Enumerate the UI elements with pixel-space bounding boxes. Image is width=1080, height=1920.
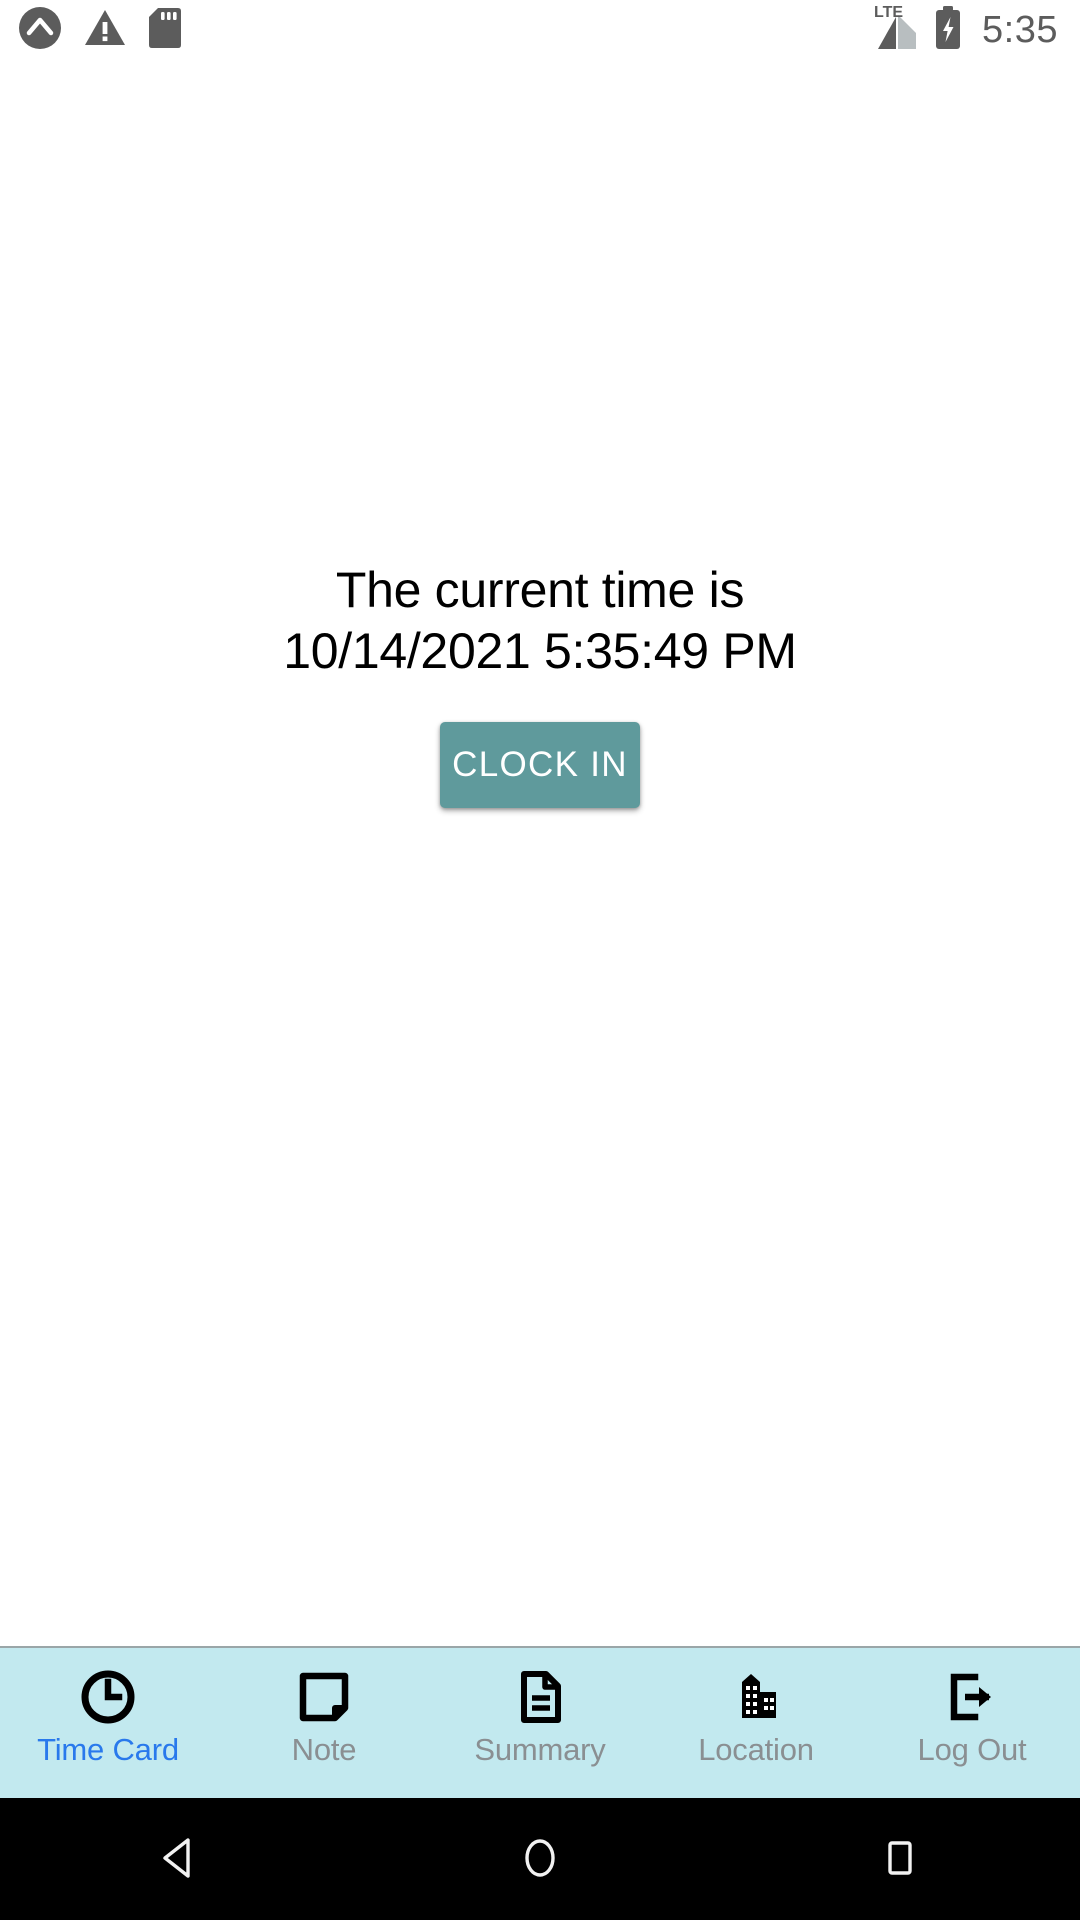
home-button[interactable]: [360, 1835, 720, 1884]
home-circle-icon: [517, 1835, 563, 1884]
clock-in-button[interactable]: CLOCK IN: [440, 722, 640, 808]
current-time-value: 10/14/2021 5:35:49 PM: [283, 623, 797, 679]
tab-summary[interactable]: Summary: [432, 1648, 648, 1798]
status-bar-left-icons: [18, 6, 182, 55]
tab-log-out[interactable]: Log Out: [864, 1648, 1080, 1798]
network-type-label: LTE: [874, 4, 904, 21]
clock-icon: [79, 1666, 137, 1728]
time-card-panel: The current time is 10/14/2021 5:35:49 P…: [0, 560, 1080, 808]
note-page-icon: [295, 1666, 353, 1728]
bottom-tab-bar: Time Card Note Summary Location Log Out: [0, 1646, 1080, 1798]
tab-summary-label: Summary: [474, 1732, 606, 1767]
main-content: The current time is 10/14/2021 5:35:49 P…: [0, 60, 1080, 1646]
status-bar-right-icons: LTE 5:35: [874, 5, 1058, 55]
android-navigation-bar: [0, 1798, 1080, 1920]
building-icon: [727, 1666, 785, 1728]
sd-card-icon: [148, 7, 182, 54]
app-circle-caret-icon: [18, 6, 62, 55]
tab-location[interactable]: Location: [648, 1648, 864, 1798]
current-time-label: The current time is: [335, 562, 745, 618]
tab-log-out-label: Log Out: [917, 1732, 1027, 1767]
tab-note[interactable]: Note: [216, 1648, 432, 1798]
document-lines-icon: [511, 1666, 569, 1728]
logout-arrow-icon: [943, 1666, 1001, 1728]
status-bar-clock: 5:35: [982, 9, 1058, 51]
status-bar: LTE 5:35: [0, 0, 1080, 60]
recents-square-icon: [877, 1835, 923, 1884]
signal-bars-icon: LTE: [874, 5, 918, 51]
recents-button[interactable]: [720, 1835, 1080, 1884]
battery-charging-icon: [934, 5, 962, 55]
clock-in-button-label: CLOCK IN: [452, 745, 628, 784]
tab-note-label: Note: [291, 1732, 357, 1767]
tab-time-card-label: Time Card: [37, 1732, 179, 1767]
warning-triangle-icon: [84, 8, 126, 53]
back-button[interactable]: [0, 1835, 360, 1884]
tab-location-label: Location: [698, 1732, 814, 1767]
current-time-message: The current time is 10/14/2021 5:35:49 P…: [283, 560, 797, 682]
phone-screen: LTE 5:35 The current time is 10/14/2021 …: [0, 0, 1080, 1920]
tab-time-card[interactable]: Time Card: [0, 1648, 216, 1798]
back-triangle-icon: [157, 1835, 203, 1884]
